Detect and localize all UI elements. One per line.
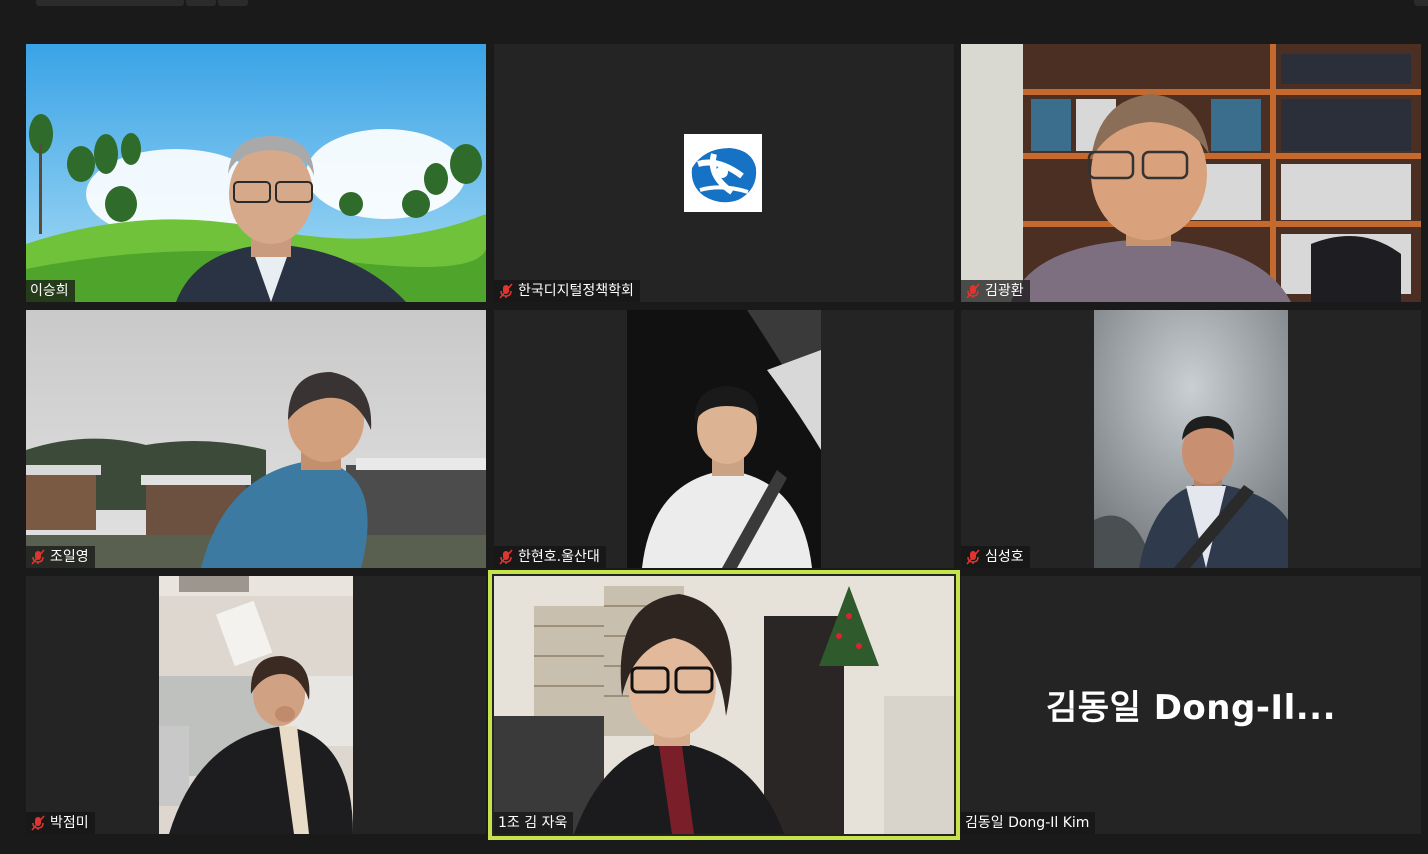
participant-name: 1조 김 자욱 — [498, 815, 568, 831]
participant-display-name: 김동일 Dong-Il... — [1046, 688, 1336, 728]
participant-name-tag: 김동일 Dong-Il Kim — [961, 812, 1096, 834]
participant-name-tag: 김광환 — [961, 280, 1030, 302]
toolbar-segment[interactable] — [186, 0, 216, 6]
participant-tile[interactable]: 이승희 — [26, 44, 486, 302]
participant-video — [961, 44, 1421, 302]
participant-tile[interactable]: 박점미 — [26, 576, 486, 834]
participant-name-tag: 심성호 — [961, 546, 1030, 568]
participant-video — [1094, 310, 1288, 568]
participant-tile[interactable]: 김동일 Dong-Il... 김동일 Dong-Il Kim — [961, 576, 1421, 834]
participant-tile-active-speaker[interactable]: 1조 김 자욱 — [488, 570, 960, 840]
participant-name: 이승희 — [30, 283, 69, 299]
participant-name: 김광환 — [985, 283, 1024, 299]
microphone-muted-icon — [965, 283, 981, 299]
participant-tile[interactable]: 김광환 — [961, 44, 1421, 302]
participant-name-tag: 1조 김 자욱 — [494, 812, 574, 834]
microphone-muted-icon — [498, 549, 514, 565]
participant-name: 한국디지털정책학회 — [518, 283, 634, 299]
microphone-muted-icon — [30, 815, 46, 831]
organization-logo — [684, 134, 762, 212]
participant-video — [627, 310, 821, 568]
toolbar-segment[interactable] — [218, 0, 248, 6]
microphone-muted-icon — [30, 549, 46, 565]
participant-name-tag: 한국디지털정책학회 — [494, 280, 640, 302]
participant-name: 조일영 — [50, 549, 89, 565]
participant-video — [494, 576, 954, 834]
participant-name: 심성호 — [985, 549, 1024, 565]
microphone-muted-icon — [498, 283, 514, 299]
participant-video — [159, 576, 353, 834]
participant-name: 박점미 — [50, 815, 89, 831]
participant-name-tag: 이승희 — [26, 280, 75, 302]
participant-video — [26, 44, 486, 302]
participant-tile[interactable]: 심성호 — [961, 310, 1421, 568]
participant-name-tag: 조일영 — [26, 546, 95, 568]
participant-name: 한현호.울산대 — [518, 549, 600, 565]
toolbar-corner — [1414, 0, 1428, 6]
toolbar-segment[interactable] — [36, 0, 184, 6]
microphone-muted-icon — [965, 549, 981, 565]
participant-name-tag: 한현호.울산대 — [494, 546, 606, 568]
participant-video — [26, 310, 486, 568]
participant-tile[interactable]: 한국디지털정책학회 — [494, 44, 954, 302]
participant-tile[interactable]: 한현호.울산대 — [494, 310, 954, 568]
participant-name: 김동일 Dong-Il Kim — [965, 815, 1090, 831]
participant-tile[interactable]: 조일영 — [26, 310, 486, 568]
top-toolbar — [0, 0, 1428, 8]
participant-name-tag: 박점미 — [26, 812, 95, 834]
